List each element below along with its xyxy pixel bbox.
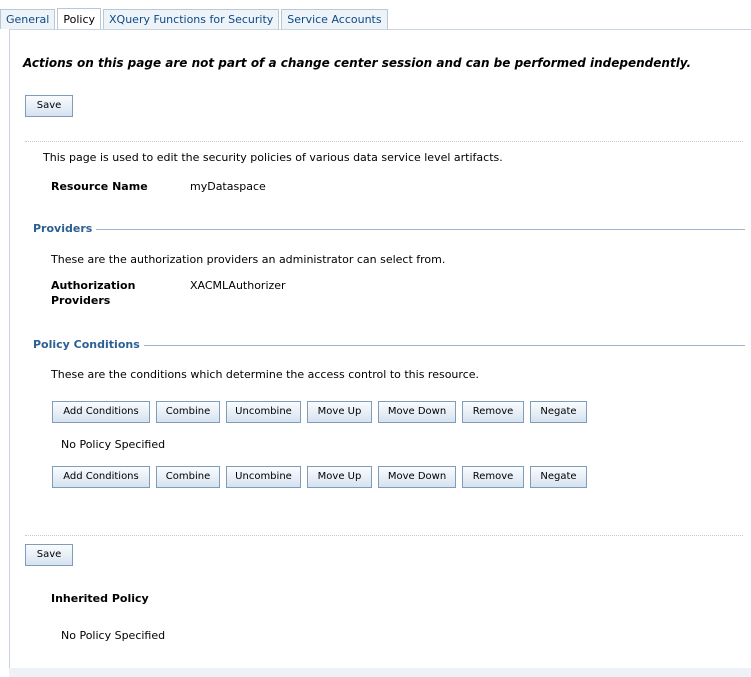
- providers-description: These are the authorization providers an…: [51, 253, 446, 266]
- no-policy-specified: No Policy Specified: [61, 438, 166, 451]
- policy-conditions-rule: [143, 344, 745, 346]
- providers-heading: Providers: [33, 222, 93, 235]
- combine-button-top[interactable]: Combine: [156, 401, 220, 423]
- inherited-no-policy-specified: No Policy Specified: [61, 629, 166, 642]
- tab-bar: General Policy XQuery Functions for Secu…: [0, 7, 390, 30]
- remove-button-top[interactable]: Remove: [462, 401, 524, 423]
- tab-general[interactable]: General: [0, 9, 56, 29]
- remove-button-bottom[interactable]: Remove: [462, 466, 524, 488]
- resource-name-value: myDataspace: [190, 180, 266, 193]
- providers-rule: [96, 228, 745, 230]
- policy-conditions-section-header: Policy Conditions: [33, 338, 745, 351]
- policy-conditions-heading: Policy Conditions: [33, 338, 140, 351]
- move-up-button-bottom[interactable]: Move Up: [307, 466, 372, 488]
- panel-bottom-strip: [9, 668, 751, 677]
- move-down-button-bottom[interactable]: Move Down: [378, 466, 456, 488]
- add-conditions-button-top[interactable]: Add Conditions: [52, 401, 150, 423]
- resource-name-label: Resource Name: [51, 180, 148, 193]
- move-up-button-top[interactable]: Move Up: [307, 401, 372, 423]
- divider-bottom: [25, 535, 743, 536]
- authorization-providers-value: XACMLAuthorizer: [190, 279, 286, 292]
- add-conditions-button-bottom[interactable]: Add Conditions: [52, 466, 150, 488]
- combine-button-bottom[interactable]: Combine: [156, 466, 220, 488]
- uncombine-button-top[interactable]: Uncombine: [226, 401, 301, 423]
- negate-button-top[interactable]: Negate: [530, 401, 587, 423]
- tab-policy[interactable]: Policy: [57, 8, 102, 30]
- tab-xquery-functions[interactable]: XQuery Functions for Security: [103, 9, 280, 29]
- change-center-notice: Actions on this page are not part of a c…: [23, 56, 692, 70]
- divider-top: [25, 141, 743, 142]
- authorization-providers-label-line1: Authorization: [51, 279, 136, 292]
- move-down-button-top[interactable]: Move Down: [378, 401, 456, 423]
- policy-conditions-description: These are the conditions which determine…: [51, 368, 480, 381]
- page-description: This page is used to edit the security p…: [43, 151, 503, 164]
- uncombine-button-bottom[interactable]: Uncombine: [226, 466, 301, 488]
- save-button-top[interactable]: Save: [25, 95, 73, 117]
- inherited-policy-heading: Inherited Policy: [51, 592, 149, 605]
- authorization-providers-label-line2: Providers: [51, 294, 111, 307]
- save-button-bottom[interactable]: Save: [25, 544, 73, 566]
- providers-section-header: Providers: [33, 222, 745, 235]
- negate-button-bottom[interactable]: Negate: [530, 466, 587, 488]
- tab-service-accounts[interactable]: Service Accounts: [281, 9, 388, 29]
